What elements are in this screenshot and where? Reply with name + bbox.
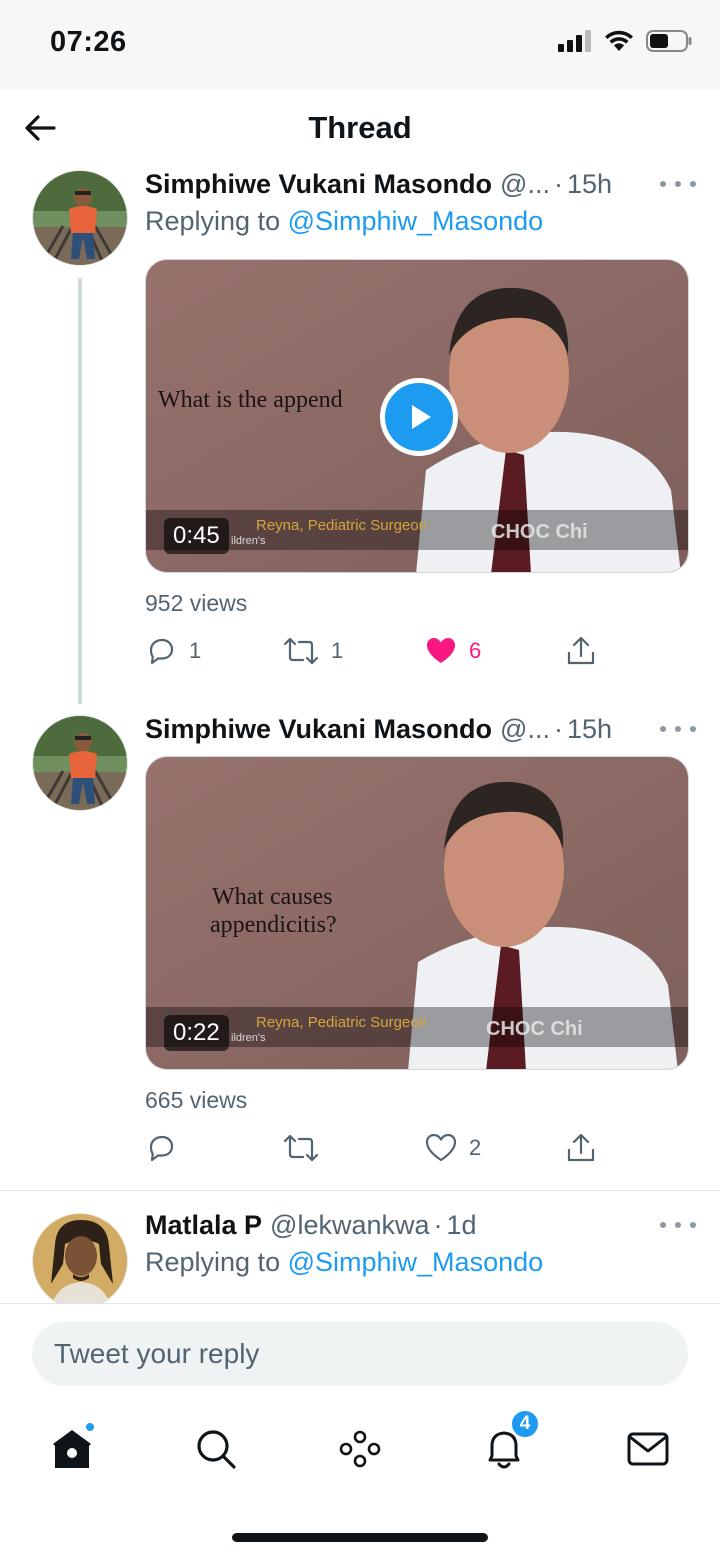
status-time: 07:26 xyxy=(50,26,127,58)
video-duration: 0:22 xyxy=(164,1015,229,1051)
play-icon xyxy=(412,405,431,429)
tweet-header: Simphiwe Vukani Masondo @... · 15h xyxy=(145,711,696,747)
play-button[interactable] xyxy=(380,378,458,456)
tweet-header: Matlala P @lekwankwa · 1d xyxy=(145,1207,696,1243)
more-options-icon[interactable] xyxy=(660,717,696,741)
reply-button[interactable] xyxy=(145,1128,189,1168)
thread-line xyxy=(78,278,82,704)
envelope-icon xyxy=(627,1432,669,1466)
retweet-button[interactable] xyxy=(283,1128,331,1168)
spaces-icon xyxy=(339,1430,381,1468)
thread-header: Thread xyxy=(0,90,720,162)
view-count: 952 views xyxy=(145,590,248,616)
page-title: Thread xyxy=(308,110,412,145)
author-name[interactable]: Simphiwe Vukani Masondo xyxy=(145,714,492,745)
view-count: 665 views xyxy=(145,1087,248,1113)
video-caption: What is the append xyxy=(158,387,343,413)
replying-to: Replying to @Simphiw_Masondo xyxy=(145,206,543,237)
video-caption-line2: appendicitis? xyxy=(210,912,337,938)
reply-count: 1 xyxy=(189,638,202,663)
status-bar: 07:26 xyxy=(0,0,720,90)
video-lower-third: Reyna, Pediatric Surgeon xyxy=(256,1014,427,1031)
reply-icon xyxy=(149,1135,174,1162)
nav-notifications[interactable]: 4 xyxy=(476,1409,540,1477)
retweet-count: 1 xyxy=(331,638,344,663)
separator-dot: · xyxy=(553,713,563,744)
divider xyxy=(0,1190,720,1191)
tweet-actions: 1 1 6 xyxy=(145,631,615,671)
author-name[interactable]: Matlala P xyxy=(145,1210,262,1241)
cellular-signal-icon xyxy=(558,30,591,52)
video-lower-third-sub: ildren's xyxy=(231,1032,266,1044)
author-handle[interactable]: @lekwankwa xyxy=(270,1210,429,1241)
search-icon xyxy=(197,1430,236,1469)
share-button[interactable] xyxy=(565,1128,597,1168)
replying-to-prefix: Replying to xyxy=(145,1247,281,1277)
heart-outline-icon xyxy=(425,1133,457,1162)
separator-dot: · xyxy=(553,168,563,199)
home-unread-dot xyxy=(84,1421,96,1433)
bottom-navigation: 4 xyxy=(0,1399,720,1559)
avatar[interactable] xyxy=(32,170,128,266)
battery-icon xyxy=(646,30,692,52)
reply-composer-bar: Tweet your reply xyxy=(0,1303,720,1399)
tweet-actions: 2 xyxy=(145,1128,615,1168)
like-button[interactable]: 2 xyxy=(425,1128,481,1168)
video-lower-third: Reyna, Pediatric Surgeon xyxy=(256,517,427,534)
replying-to-mention[interactable]: @Simphiw_Masondo xyxy=(288,1247,544,1277)
author-handle[interactable]: @... xyxy=(500,169,550,200)
share-icon xyxy=(567,1133,595,1162)
video-player[interactable]: Reyna, Pediatric Surgeon ildren's CHOC C… xyxy=(145,756,689,1070)
wifi-icon xyxy=(605,30,633,51)
video-duration: 0:45 xyxy=(164,518,229,554)
separator-dot: · xyxy=(433,1209,443,1240)
retweet-button[interactable]: 1 xyxy=(283,631,343,671)
home-indicator xyxy=(232,1533,488,1542)
replying-to: Replying to @Simphiw_Masondo xyxy=(145,1247,543,1278)
heart-filled-icon xyxy=(427,638,455,663)
replying-to-prefix: Replying to xyxy=(145,206,281,236)
tweet-time[interactable]: 15h xyxy=(567,169,612,200)
more-options-icon[interactable] xyxy=(660,1213,696,1237)
like-button[interactable]: 6 xyxy=(425,631,481,671)
share-icon xyxy=(567,636,595,665)
tweet-header: Simphiwe Vukani Masondo @... · 15h xyxy=(145,166,696,202)
reply-input-placeholder: Tweet your reply xyxy=(54,1338,260,1369)
nav-home[interactable] xyxy=(44,1421,100,1477)
tweet[interactable]: Simphiwe Vukani Masondo @... · 15h Reply… xyxy=(0,162,720,704)
video-player[interactable]: Reyna, Pediatric Surgeon ildren's CHOC C… xyxy=(145,259,689,573)
nav-messages[interactable] xyxy=(620,1421,676,1477)
share-button[interactable] xyxy=(565,631,597,671)
video-brand: CHOC Chi xyxy=(491,521,588,543)
like-count: 2 xyxy=(469,1135,482,1160)
reply-icon xyxy=(149,638,174,665)
author-name[interactable]: Simphiwe Vukani Masondo xyxy=(145,169,492,200)
video-lower-third-sub: ildren's xyxy=(231,535,266,547)
like-count: 6 xyxy=(469,638,482,663)
tweet-time[interactable]: 15h xyxy=(567,714,612,745)
replying-to-mention[interactable]: @Simphiw_Masondo xyxy=(288,206,544,236)
more-options-icon[interactable] xyxy=(660,172,696,196)
retweet-icon xyxy=(283,637,319,665)
tweet-time[interactable]: 1d xyxy=(447,1210,477,1241)
status-icons xyxy=(558,30,692,52)
author-handle[interactable]: @... xyxy=(500,714,550,745)
avatar[interactable] xyxy=(32,1213,128,1303)
video-caption-line1: What causes xyxy=(212,884,333,910)
retweet-icon xyxy=(283,1134,319,1162)
avatar[interactable] xyxy=(32,715,128,811)
nav-spaces[interactable] xyxy=(332,1421,388,1477)
tweet[interactable]: Matlala P @lekwankwa · 1d Replying to @S… xyxy=(0,1197,720,1303)
notifications-badge: 4 xyxy=(510,1409,540,1439)
reply-input[interactable]: Tweet your reply xyxy=(32,1322,688,1386)
tweet[interactable]: Simphiwe Vukani Masondo @... · 15h Reyna… xyxy=(0,707,720,1187)
nav-search[interactable] xyxy=(188,1421,244,1477)
video-brand: CHOC Chi xyxy=(486,1018,583,1040)
reply-button[interactable]: 1 xyxy=(145,631,201,671)
